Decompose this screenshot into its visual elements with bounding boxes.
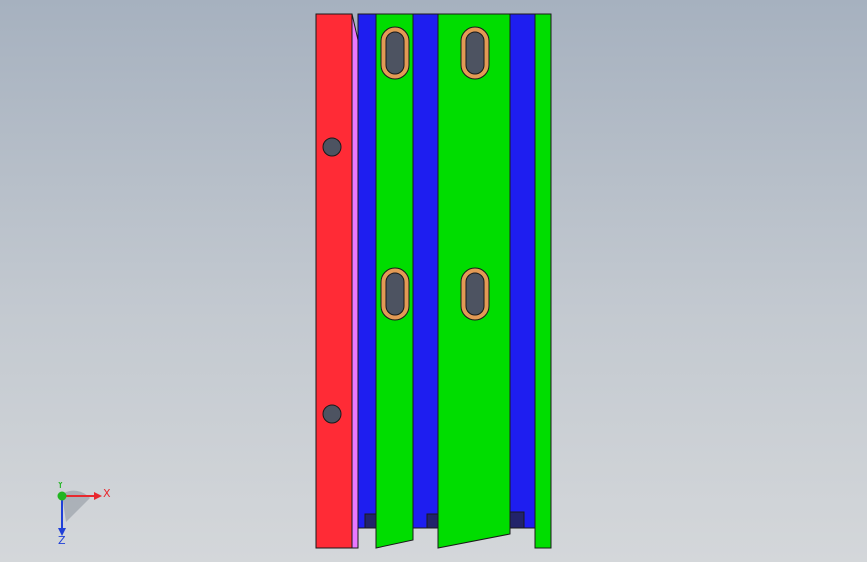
blue-rail-mid[interactable] bbox=[412, 13, 439, 529]
slot-hole-top-left bbox=[380, 26, 410, 80]
blue-rail-left[interactable] bbox=[357, 13, 377, 529]
x-axis-arrow bbox=[94, 492, 102, 500]
assembly-model[interactable] bbox=[315, 13, 552, 549]
pink-side-strip[interactable] bbox=[351, 13, 359, 549]
rail-gap-2 bbox=[426, 513, 439, 529]
slot-hole-top-right bbox=[460, 26, 490, 80]
3d-viewport[interactable] bbox=[0, 0, 867, 562]
round-hole-upper bbox=[322, 137, 342, 157]
axis-triad[interactable]: X Y Z bbox=[44, 482, 114, 546]
z-axis-label: Z bbox=[58, 534, 66, 546]
x-axis-label: X bbox=[103, 487, 111, 500]
slot-hole-mid-left bbox=[380, 267, 410, 321]
red-front-plate[interactable] bbox=[315, 13, 353, 549]
y-axis-origin bbox=[57, 491, 67, 501]
green-back-plate[interactable] bbox=[534, 13, 552, 549]
rail-gap-1 bbox=[364, 513, 377, 529]
round-hole-lower bbox=[322, 404, 342, 424]
blue-rail-right[interactable] bbox=[509, 13, 536, 529]
y-axis-label: Y bbox=[56, 482, 64, 491]
rail-gap-3 bbox=[509, 511, 525, 529]
slot-hole-mid-right bbox=[460, 267, 490, 321]
